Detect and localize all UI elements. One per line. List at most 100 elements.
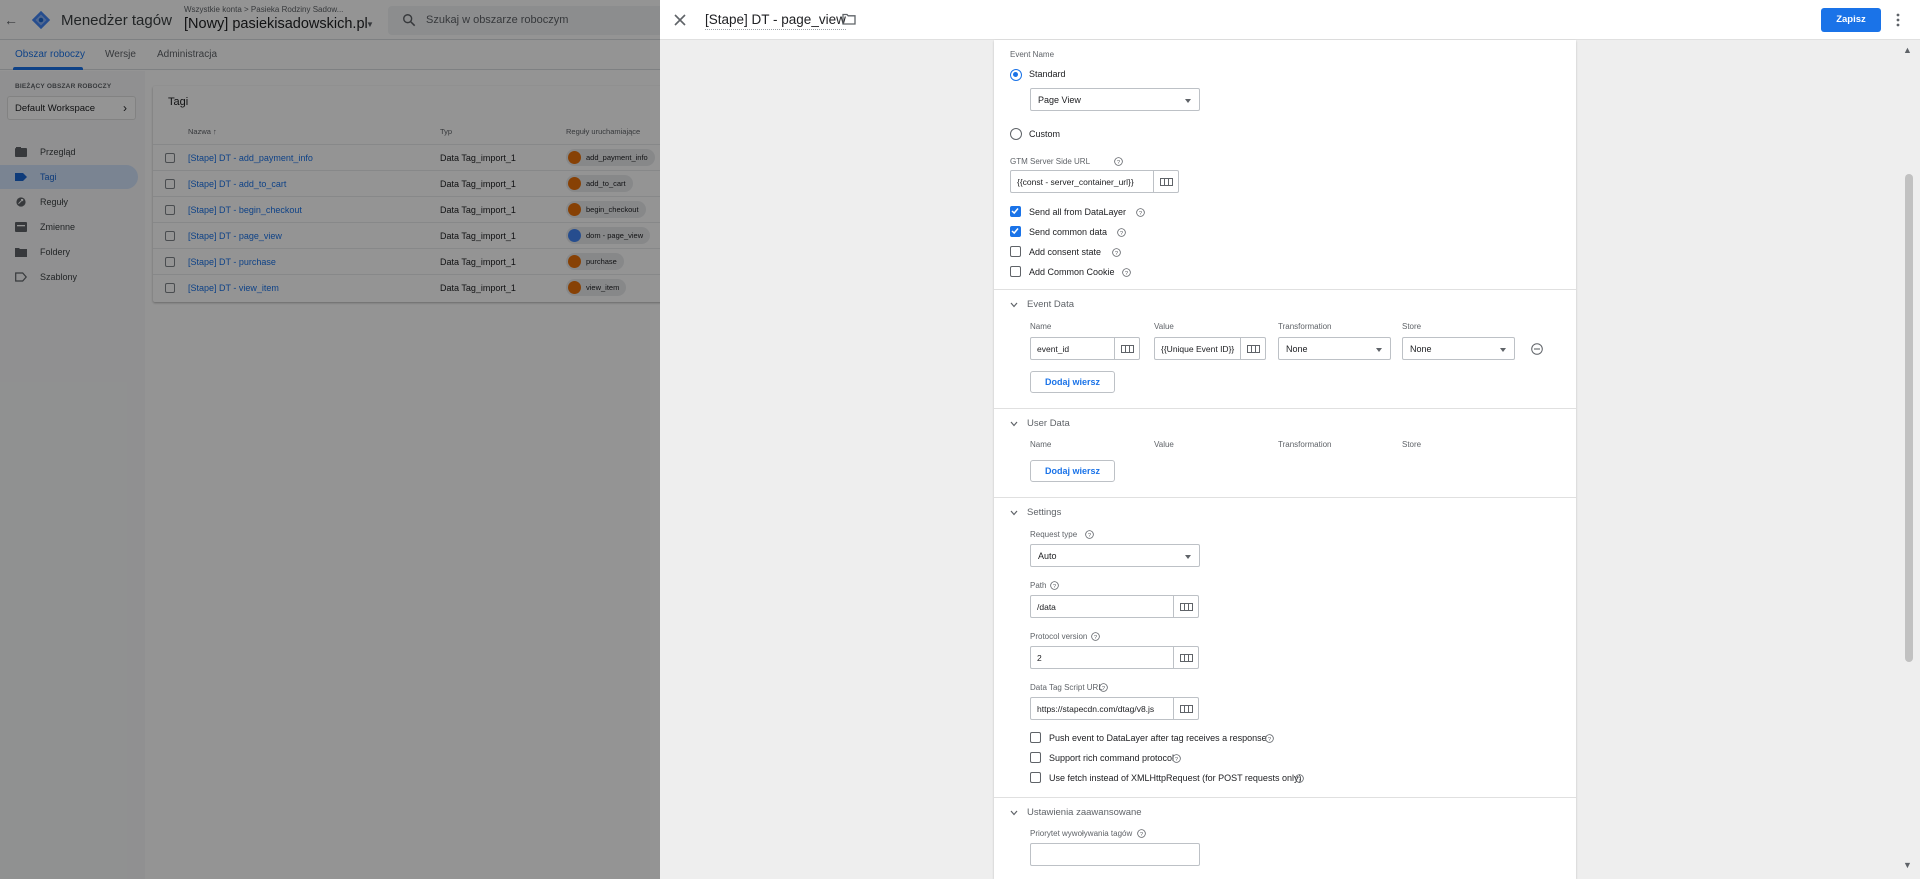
- request-type-select[interactable]: Auto: [1030, 544, 1200, 567]
- variable-picker-button[interactable]: [1174, 595, 1199, 618]
- protocol-version-label: Protocol version: [1030, 632, 1088, 641]
- scroll-down-arrow-icon[interactable]: ▼: [1903, 860, 1912, 870]
- caret-down-icon: [1185, 555, 1191, 559]
- check-icon: [1011, 228, 1019, 235]
- variable-brick-icon: [1180, 603, 1193, 611]
- chevron-down-icon[interactable]: [1010, 302, 1018, 308]
- event-data-name-value: event_id: [1037, 344, 1070, 354]
- folder-icon[interactable]: [842, 13, 856, 25]
- help-icon[interactable]: ?: [1050, 581, 1059, 590]
- variable-picker-button[interactable]: [1241, 337, 1266, 360]
- script-url-input[interactable]: https://stapecdn.com/dtag/v8.js: [1030, 697, 1174, 720]
- event-name-label: Event Name: [1010, 50, 1055, 59]
- settings-section-title[interactable]: Settings: [1027, 507, 1061, 518]
- rich-command-label: Support rich command protocol: [1049, 753, 1175, 763]
- chevron-down-icon[interactable]: [1010, 810, 1018, 816]
- variable-brick-icon: [1180, 654, 1193, 662]
- event-data-section-title[interactable]: Event Data: [1027, 299, 1074, 310]
- section-divider: [994, 497, 1576, 498]
- transformation-select[interactable]: None: [1278, 337, 1391, 360]
- scroll-up-arrow-icon[interactable]: ▲: [1903, 45, 1912, 55]
- sheet-header: [Stape] DT - page_view Zapisz: [660, 0, 1920, 40]
- help-icon[interactable]: ?: [1085, 530, 1094, 539]
- event-data-value-value: {{Unique Event ID}}: [1161, 344, 1235, 354]
- push-event-label: Push event to DataLayer after tag receiv…: [1049, 733, 1267, 743]
- chevron-down-icon[interactable]: [1010, 510, 1018, 516]
- script-url-value: https://stapecdn.com/dtag/v8.js: [1037, 704, 1155, 714]
- help-icon[interactable]: ?: [1091, 632, 1100, 641]
- protocol-version-input[interactable]: 2: [1030, 646, 1174, 669]
- transformation-value: None: [1286, 344, 1308, 354]
- help-icon[interactable]: ?: [1112, 248, 1121, 257]
- more-vert-icon[interactable]: [1895, 12, 1901, 28]
- custom-label: Custom: [1029, 129, 1061, 139]
- section-divider: [994, 289, 1576, 290]
- help-icon[interactable]: ?: [1117, 228, 1126, 237]
- section-divider: [994, 408, 1576, 409]
- store-value: None: [1410, 344, 1432, 354]
- column-header-store: Store: [1402, 322, 1422, 331]
- help-icon[interactable]: ?: [1172, 754, 1181, 763]
- variable-picker-button[interactable]: [1174, 646, 1199, 669]
- add-consent-state-label: Add consent state: [1029, 247, 1102, 257]
- add-row-button[interactable]: Dodaj wiersz: [1030, 460, 1115, 482]
- column-header-store: Store: [1402, 440, 1422, 449]
- rich-command-checkbox[interactable]: [1030, 752, 1041, 763]
- variable-brick-icon: [1180, 705, 1193, 713]
- standard-radio[interactable]: [1010, 69, 1022, 81]
- column-header-transformation: Transformation: [1278, 440, 1332, 449]
- help-icon[interactable]: ?: [1136, 208, 1145, 217]
- variable-picker-button[interactable]: [1154, 170, 1179, 193]
- store-select[interactable]: None: [1402, 337, 1515, 360]
- standard-event-value: Page View: [1038, 95, 1081, 105]
- close-icon[interactable]: [672, 12, 688, 28]
- add-row-button[interactable]: Dodaj wiersz: [1030, 371, 1115, 393]
- tag-title[interactable]: [Stape] DT - page_view: [705, 12, 846, 30]
- help-icon[interactable]: ?: [1122, 268, 1131, 277]
- advanced-section-title[interactable]: Ustawienia zaawansowane: [1027, 807, 1142, 818]
- request-type-value: Auto: [1038, 551, 1057, 561]
- section-divider: [994, 797, 1576, 798]
- tag-configuration-card: Event Name Standard Page View Custom GTM…: [994, 40, 1576, 879]
- save-button[interactable]: Zapisz: [1821, 8, 1881, 32]
- help-icon[interactable]: ?: [1099, 683, 1108, 692]
- column-header-value: Value: [1154, 322, 1174, 331]
- send-common-data-checkbox[interactable]: [1010, 226, 1021, 237]
- push-event-checkbox[interactable]: [1030, 732, 1041, 743]
- variable-picker-button[interactable]: [1115, 337, 1140, 360]
- use-fetch-checkbox[interactable]: [1030, 772, 1041, 783]
- variable-picker-button[interactable]: [1174, 697, 1199, 720]
- custom-radio[interactable]: [1010, 128, 1022, 140]
- priority-label: Priorytet wywoływania tagów: [1030, 829, 1133, 838]
- gtm-url-value: {{const - server_container_url}}: [1017, 177, 1134, 187]
- remove-row-icon[interactable]: [1531, 343, 1543, 355]
- event-data-name-input[interactable]: event_id: [1030, 337, 1115, 360]
- add-common-cookie-checkbox[interactable]: [1010, 266, 1021, 277]
- tag-editor-sheet: [Stape] DT - page_view Zapisz ▲ ▼ Event …: [660, 0, 1920, 879]
- column-header-transformation: Transformation: [1278, 322, 1332, 331]
- request-type-label: Request type: [1030, 530, 1078, 539]
- help-icon[interactable]: ?: [1137, 829, 1146, 838]
- gtm-url-input[interactable]: {{const - server_container_url}}: [1010, 170, 1154, 193]
- chevron-down-icon[interactable]: [1010, 421, 1018, 427]
- modal-backdrop[interactable]: [0, 0, 660, 879]
- column-header-name: Name: [1030, 322, 1052, 331]
- send-all-datalayer-checkbox[interactable]: [1010, 206, 1021, 217]
- caret-down-icon: [1376, 348, 1382, 352]
- path-input[interactable]: /data: [1030, 595, 1174, 618]
- variable-brick-icon: [1160, 178, 1173, 186]
- add-consent-state-checkbox[interactable]: [1010, 246, 1021, 257]
- standard-event-select[interactable]: Page View: [1030, 88, 1200, 111]
- caret-down-icon: [1500, 348, 1506, 352]
- event-data-value-input[interactable]: {{Unique Event ID}}: [1154, 337, 1241, 360]
- help-icon[interactable]: ?: [1114, 157, 1123, 166]
- priority-input[interactable]: [1030, 843, 1200, 866]
- check-icon: [1011, 208, 1019, 215]
- help-icon[interactable]: ?: [1295, 774, 1304, 783]
- user-data-section-title[interactable]: User Data: [1027, 418, 1070, 429]
- scrollbar-thumb[interactable]: [1905, 174, 1913, 662]
- help-icon[interactable]: ?: [1265, 734, 1274, 743]
- script-url-label: Data Tag Script URL: [1030, 683, 1103, 692]
- variable-brick-icon: [1121, 345, 1134, 353]
- send-common-data-label: Send common data: [1029, 227, 1108, 237]
